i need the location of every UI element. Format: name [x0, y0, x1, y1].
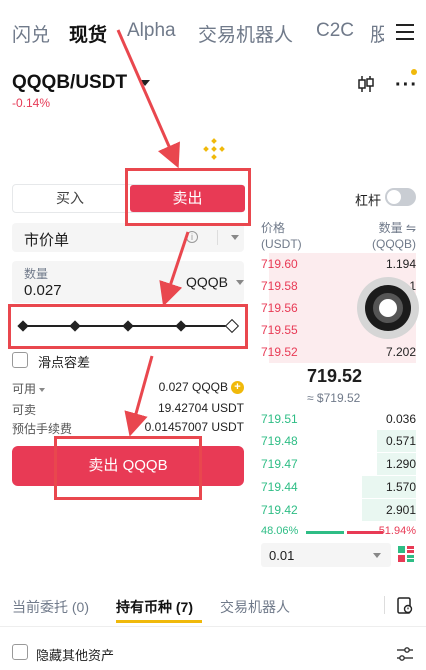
highlight-box-sell-button [54, 436, 202, 500]
sell-ratio: 51.94% [378, 525, 416, 537]
buy-ratio: 48.06% [261, 525, 299, 537]
bid-row[interactable]: 719.44 1.570 [261, 476, 416, 498]
available-label[interactable]: 可用 [12, 380, 46, 397]
bid-price: 719.51 [261, 412, 298, 426]
bid-price: 719.48 [261, 434, 298, 448]
top-nav: 闪兑 现货 Alpha 交易机器人 C2C 股 [0, 0, 426, 66]
precision-select[interactable]: 0.01 [261, 543, 391, 567]
quantity-field[interactable]: 数量 0.027 QQQB [12, 261, 244, 303]
ask-row[interactable]: 719.60 1.194 [261, 253, 416, 275]
tab-bots[interactable]: 交易机器人 [220, 597, 290, 617]
ask-price: 719.56 [261, 301, 298, 315]
buy-tab[interactable]: 买入 [13, 185, 127, 212]
bid-price: 719.47 [261, 457, 298, 471]
hide-assets-checkbox[interactable] [12, 644, 28, 660]
ask-price: 719.60 [261, 257, 298, 271]
slippage-label: 滑点容差 [38, 355, 91, 370]
bid-qty: 1.290 [385, 457, 416, 471]
slippage-checkbox[interactable] [12, 352, 28, 368]
divider [0, 626, 426, 627]
last-price-usd: ≈ $719.52 [307, 391, 361, 405]
tab-holdings[interactable]: 持有币种 (7) [116, 597, 193, 617]
tab-flash-swap[interactable]: 闪兑 [12, 20, 50, 47]
price-unit: (USDT) [261, 237, 302, 251]
fee-value: 0.01457007 USDT [144, 420, 244, 434]
precision-value: 0.01 [269, 548, 295, 563]
pair-dropdown-icon[interactable] [140, 80, 150, 86]
highlight-box-sell-tab [125, 168, 251, 226]
chevron-down-icon[interactable] [236, 280, 244, 285]
ask-row[interactable]: 719.52 7.202 [261, 341, 416, 363]
assistive-touch-button[interactable] [357, 277, 419, 339]
notification-dot [411, 69, 417, 75]
bottom-tabs: 当前委托 (0) 持有币种 (7) 交易机器人 [0, 590, 426, 626]
more-icon[interactable]: ··· [395, 75, 418, 95]
chevron-down-icon [231, 235, 239, 240]
ask-price: 719.52 [261, 345, 298, 359]
tab-open-orders[interactable]: 当前委托 (0) [12, 597, 89, 617]
ask-price: 719.55 [261, 323, 298, 337]
price-header: 价格 [261, 221, 286, 235]
last-price: 719.52 [307, 366, 363, 386]
tab-c2c[interactable]: C2C [316, 20, 354, 42]
leverage-toggle[interactable] [385, 188, 416, 206]
bid-row[interactable]: 719.47 1.290 [261, 453, 416, 475]
tab-spot[interactable]: 现货 [69, 20, 107, 47]
order-type-value: 市价单 [24, 232, 70, 249]
highlight-box-slider [8, 304, 248, 349]
bid-price: 719.44 [261, 480, 298, 494]
bid-row[interactable]: 719.51 0.036 [261, 408, 416, 430]
price-change: -0.14% [12, 96, 51, 110]
ask-price: 719.58 [261, 279, 298, 293]
bid-row[interactable]: 719.48 0.571 [261, 430, 416, 452]
loading-icon [203, 138, 225, 160]
sellable-label: 可卖 [12, 403, 37, 417]
tab-trading-bot[interactable]: 交易机器人 [198, 20, 293, 47]
quantity-value[interactable]: 0.027 [24, 282, 62, 299]
leverage-label: 杠杆 [355, 193, 382, 208]
bid-price: 719.42 [261, 503, 298, 517]
order-type-select[interactable]: 市价单 i [12, 223, 244, 252]
divider [217, 230, 218, 245]
chevron-down-icon [373, 553, 381, 558]
chevron-down-icon [39, 387, 46, 392]
info-icon[interactable]: i [186, 231, 198, 243]
hamburger-icon[interactable] [396, 24, 414, 40]
filter-icon[interactable] [396, 645, 414, 663]
pair-symbol[interactable]: QQQB/USDT [12, 72, 127, 94]
bid-qty: 2.901 [385, 503, 416, 517]
ask-qty: 1.194 [385, 257, 416, 271]
bid-qty: 0.571 [385, 434, 416, 448]
fee-label: 预估手续费 [12, 422, 73, 436]
available-value: 0.027 QQQB + [159, 380, 244, 395]
hide-assets-label: 隐藏其他资产 [36, 648, 115, 663]
add-funds-icon[interactable]: + [231, 381, 244, 395]
buy-sell-ratio: 48.06% 51.94% [261, 525, 416, 539]
active-tab-underline [116, 620, 202, 623]
bid-qty: 1.570 [385, 480, 416, 494]
divider [384, 596, 385, 614]
sellable-value: 19.42704 USDT [157, 401, 244, 415]
qty-unit: (QQQB) [372, 237, 416, 251]
order-history-icon[interactable] [397, 597, 413, 615]
qty-header[interactable]: 数量 ⇋ [372, 220, 416, 236]
tab-stocks[interactable]: 股 [370, 20, 384, 47]
ask-qty: 7.202 [385, 345, 416, 359]
quantity-label: 数量 [24, 267, 49, 281]
candlestick-chart-icon[interactable] [357, 75, 375, 93]
orderbook-layout-icon[interactable] [398, 546, 414, 562]
bid-row[interactable]: 719.42 2.901 [261, 499, 416, 521]
buy-ratio-bar [306, 531, 344, 534]
sell-ratio-bar [347, 531, 383, 534]
tab-alpha[interactable]: Alpha [127, 20, 176, 42]
quantity-unit[interactable]: QQQB [186, 274, 228, 290]
bid-qty: 0.036 [385, 412, 416, 426]
